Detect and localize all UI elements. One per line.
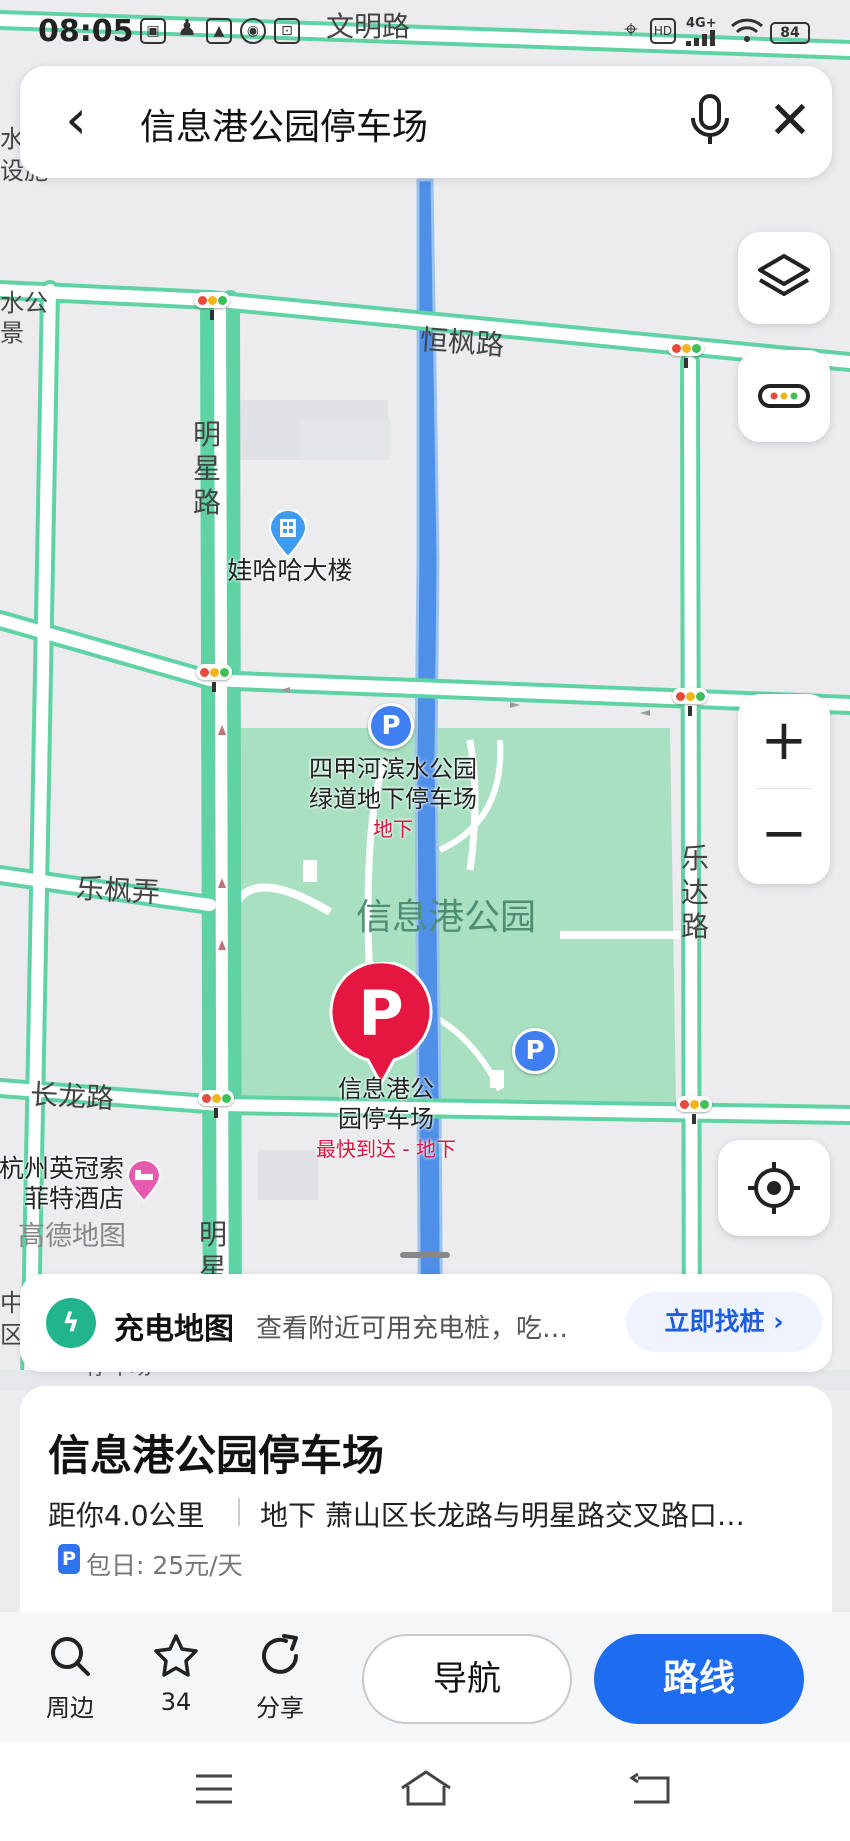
traffic-light-icon [194,292,230,308]
edge-label: 景 [0,319,24,347]
traffic-light-icon [672,688,708,704]
microphone-icon[interactable] [680,88,740,154]
app-notification-icon: ▣ [140,18,166,44]
place-title: 信息港公园停车场 [48,1431,385,1480]
zoom-control: + − [738,694,830,884]
search-icon [51,1637,90,1676]
settings-icon: ◉ [240,18,266,44]
nearby-button[interactable]: 周边 [30,1632,110,1723]
route-button[interactable]: 路线 [594,1634,804,1724]
charging-icon: ϟ [46,1298,96,1348]
layers-button[interactable] [738,232,830,324]
road-label-changlong: 长龙路 [29,1077,115,1116]
selected-parking-marker[interactable]: P [328,960,434,1088]
layers-icon [758,254,810,296]
find-charger-button[interactable]: 立即找桩 › [626,1292,822,1352]
road-label-lefeng: 乐枫弄 [75,871,161,910]
amap-watermark: 高德地图 [18,1221,126,1252]
poi-label-wahaha[interactable]: 娃哈哈大楼 [210,556,370,586]
home-icon[interactable] [398,1768,454,1808]
wifi-icon [730,18,764,44]
network-label: 4G+ [686,16,717,31]
location-icon: ⌖ [624,15,638,43]
poi-label-selected[interactable]: 信息港公 园停车场 最快到达 - 地下 [296,1074,476,1164]
battery-icon: 84 [770,22,810,44]
hd-icon: HD [650,18,676,44]
place-address: 地下 萧山区长龙路与明星路交叉路口… [260,1499,745,1532]
favorite-button[interactable]: 34 [136,1632,216,1716]
edge-label: 水公 [0,289,48,317]
search-input[interactable]: 信息港公园停车场 [140,98,428,150]
traffic-light-icon [668,340,704,356]
share-icon [262,1634,298,1674]
parking-tag-icon: P [58,1544,80,1574]
parking-fee: 包日: 25元/天 [86,1551,243,1580]
status-bar: 08:05 ▣ ♟ ▲ ◉ ⊡ ⌖ HD 4G+ 84 [0,0,850,62]
clock: 08:05 [38,14,134,49]
parking-p-icon: P [358,977,404,1050]
office-building-icon[interactable] [268,509,308,559]
close-icon[interactable]: ✕ [760,92,820,152]
parking-pin-icon[interactable]: P [368,703,414,749]
crosshair-icon [748,1162,800,1214]
locate-button[interactable] [718,1140,830,1236]
poi-label-sijiahe[interactable]: 四甲河滨水公园 绿道地下停车场 地下 [278,754,508,844]
photo-icon: ⊡ [274,18,300,44]
zoom-in-icon[interactable]: + [738,694,830,788]
signal-icon [686,30,720,46]
sheet-drag-handle[interactable] [400,1252,450,1258]
place-card[interactable]: 信息港公园停车场 距你4.0公里 地下 萧山区长龙路与明星路交叉路口… P 包日… [20,1386,832,1612]
back-nav-icon[interactable] [628,1772,672,1806]
zoom-out-icon[interactable]: − [738,790,830,884]
share-button[interactable]: 分享 [240,1632,320,1723]
action-bar: 周边 34 分享 导航 路线 [0,1612,850,1742]
place-distance: 距你4.0公里 [48,1499,205,1532]
chevron-right-icon: › [773,1307,784,1336]
navigate-button[interactable]: 导航 [362,1634,572,1724]
parking-pin-icon[interactable]: P [512,1028,558,1074]
traffic-light-icon [676,1096,712,1112]
qq-icon: ♟ [177,16,197,41]
gallery-icon: ▲ [206,18,232,44]
park-label: 信息港公园 [356,897,537,938]
charging-title: 充电地图 [114,1312,234,1347]
poi-label-hotel[interactable]: 杭州英冠索 菲特酒店 [0,1154,124,1214]
traffic-toggle-button[interactable] [738,350,830,442]
road-label-mingxing: 明星路 [192,418,221,519]
charging-desc: 查看附近可用充电桩，吃… [256,1314,569,1344]
road-label-leda: 乐达路 [680,842,709,943]
traffic-light-icon [196,664,232,680]
traffic-icon [758,384,810,408]
road-label-hengfeng: 恒枫路 [419,323,506,362]
traffic-light-icon [198,1090,234,1106]
system-nav-bar [0,1742,850,1841]
back-icon[interactable]: ‹ [46,92,106,152]
search-bar[interactable]: ‹ 信息港公园停车场 ✕ [20,66,832,178]
hotel-icon[interactable] [126,1159,162,1203]
star-icon [154,1634,198,1677]
charging-banner[interactable]: ϟ 充电地图 查看附近可用充电桩，吃… 立即找桩 › [20,1274,832,1372]
menu-icon[interactable] [194,1772,234,1806]
